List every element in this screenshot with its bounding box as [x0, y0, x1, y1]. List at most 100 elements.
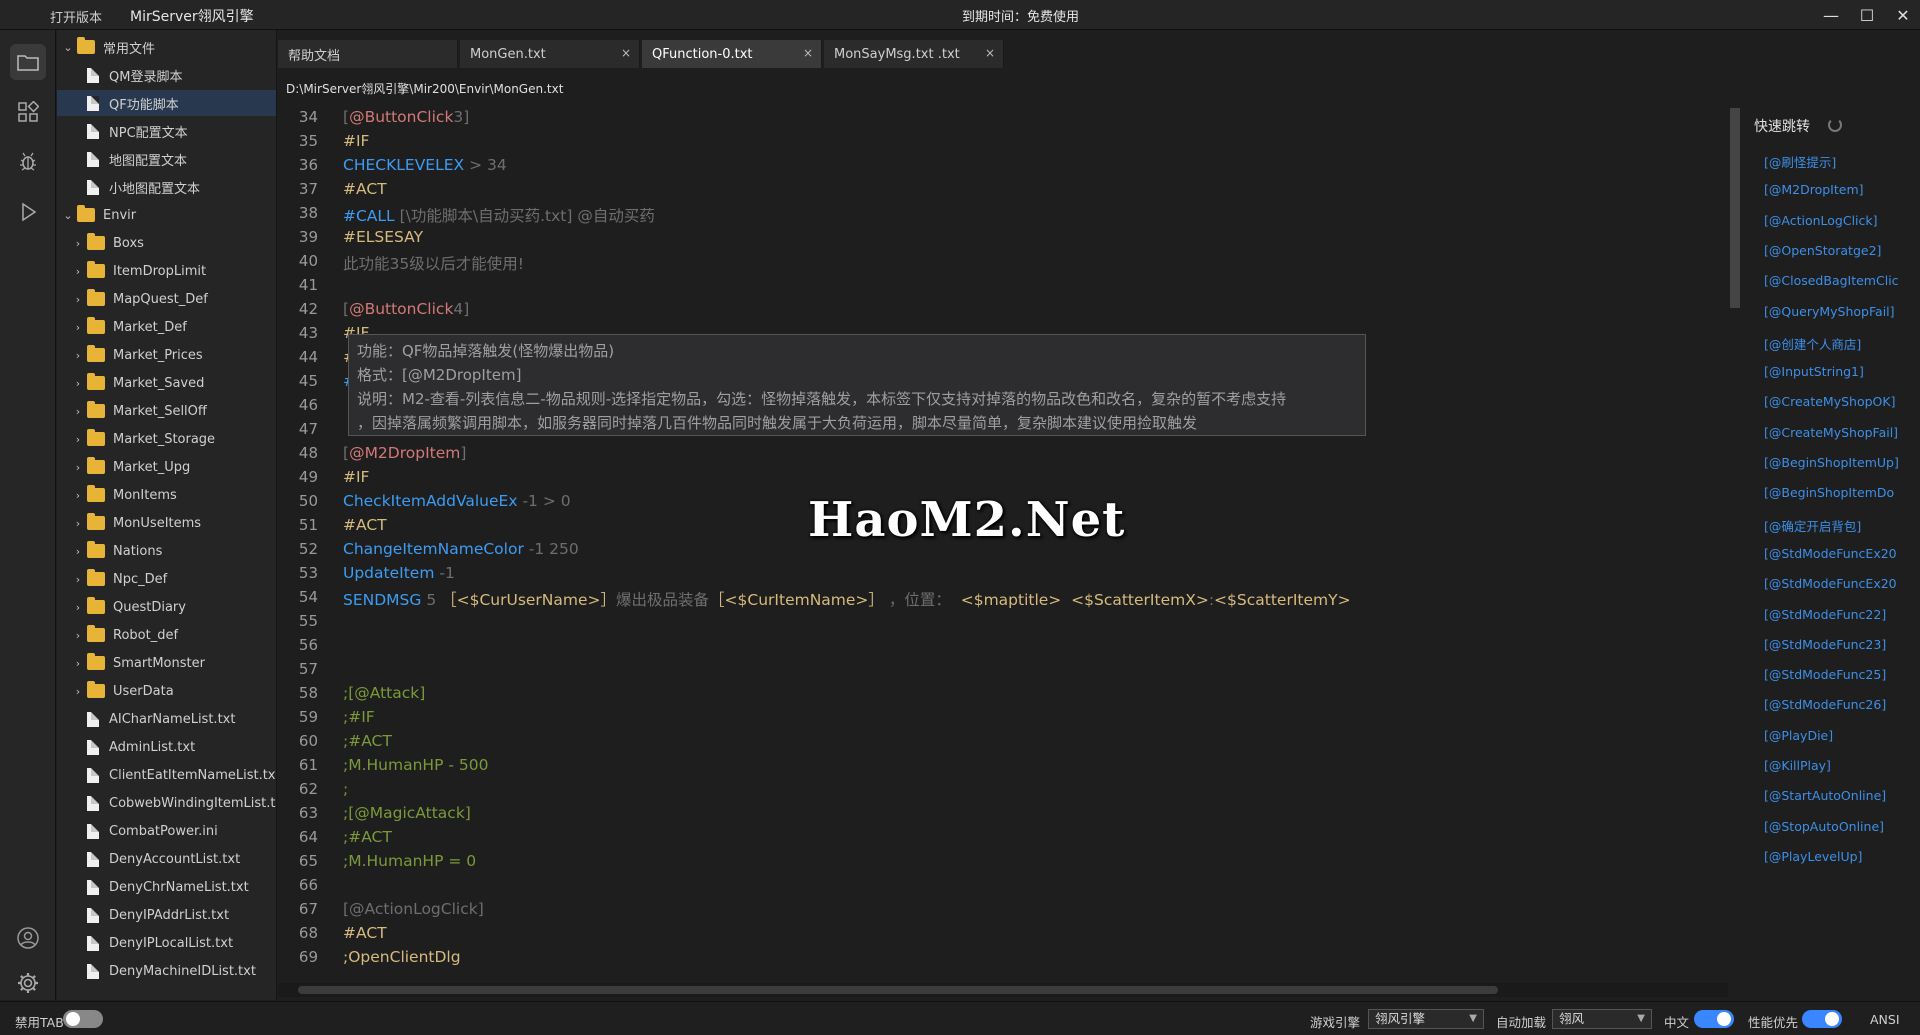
chevron-down-icon[interactable]: ⌄ [63, 41, 73, 54]
tree-folder[interactable]: › Market_Prices [57, 342, 276, 368]
scroll-thumb[interactable] [1730, 108, 1740, 308]
tree-folder[interactable]: › Market_Upg [57, 454, 276, 480]
chevron-right-icon[interactable]: › [73, 377, 83, 390]
debug-bug-icon[interactable] [10, 144, 46, 180]
quick-jump-link[interactable]: [@创建个人商店] [1764, 334, 1861, 353]
chevron-right-icon[interactable]: › [73, 489, 83, 502]
quick-jump-link[interactable]: [@StdModeFuncEx20 [1764, 576, 1897, 591]
tree-file[interactable]: QF功能脚本 [57, 90, 276, 116]
quick-jump-link[interactable]: [@CreateMyShopFail] [1764, 425, 1898, 440]
tree-folder[interactable]: › Npc_Def [57, 566, 276, 592]
open-version-menu[interactable]: 打开版本 [50, 7, 102, 26]
chevron-right-icon[interactable]: › [73, 657, 83, 670]
quick-jump-link[interactable]: [@ClosedBagItemClic [1764, 273, 1899, 288]
tree-folder[interactable]: › Robot_def [57, 622, 276, 648]
quick-jump-link[interactable]: [@PlayDie] [1764, 728, 1833, 743]
tree-file[interactable]: QM登录脚本 [57, 62, 276, 88]
chevron-right-icon[interactable]: › [73, 349, 83, 362]
refresh-icon[interactable] [1828, 118, 1842, 132]
chevron-right-icon[interactable]: › [73, 433, 83, 446]
tree-folder[interactable]: › Market_Storage [57, 426, 276, 452]
editor-vertical-scrollbar[interactable] [1728, 104, 1742, 984]
quick-jump-link[interactable]: [@StartAutoOnline] [1764, 788, 1886, 803]
explorer-files-icon[interactable] [10, 44, 46, 80]
quick-jump-link[interactable]: [@ActionLogClick] [1764, 213, 1878, 228]
settings-gear-icon[interactable] [10, 965, 46, 1001]
close-tab-icon[interactable]: × [803, 46, 813, 60]
tree-file[interactable]: AdminList.txt [57, 734, 276, 760]
chevron-right-icon[interactable]: › [73, 321, 83, 334]
editor-tab[interactable]: QFunction-0.txt × [642, 40, 822, 68]
tree-folder[interactable]: › Market_Def [57, 314, 276, 340]
tree-file[interactable]: CombatPower.ini [57, 818, 276, 844]
quick-jump-link[interactable]: [@StdModeFunc25] [1764, 667, 1886, 682]
tree-folder[interactable]: › Market_Saved [57, 370, 276, 396]
tree-folder[interactable]: ⌄ 常用文件 [57, 34, 276, 60]
editor-horizontal-scrollbar[interactable] [278, 983, 1728, 997]
quick-jump-link[interactable]: [@StdModeFunc22] [1764, 607, 1886, 622]
tree-file[interactable]: DenyChrNameList.txt [57, 874, 276, 900]
maximize-button[interactable]: ☐ [1852, 4, 1882, 26]
quick-jump-link[interactable]: [@OpenStoratge2] [1764, 243, 1881, 258]
chevron-right-icon[interactable]: › [73, 685, 83, 698]
quick-jump-link[interactable]: [@CreateMyShopOK] [1764, 394, 1895, 409]
quick-jump-link[interactable]: [@PlayLevelUp] [1764, 849, 1862, 864]
quick-jump-link[interactable]: [@InputString1] [1764, 364, 1864, 379]
extensions-icon[interactable] [10, 94, 46, 130]
tree-file[interactable]: ClientEatItemNameList.txt [57, 762, 276, 788]
quick-jump-link[interactable]: [@M2DropItem] [1764, 182, 1864, 197]
tree-file[interactable]: AICharNameList.txt [57, 706, 276, 732]
chevron-right-icon[interactable]: › [73, 601, 83, 614]
tree-folder[interactable]: › Nations [57, 538, 276, 564]
account-icon[interactable] [10, 920, 46, 956]
editor-tab[interactable]: 帮助文档 [278, 40, 458, 68]
game-engine-select[interactable]: 翎风引擎 ▼ [1368, 1009, 1484, 1029]
chevron-right-icon[interactable]: › [73, 545, 83, 558]
tree-folder[interactable]: › ItemDropLimit [57, 258, 276, 284]
close-tab-icon[interactable]: × [621, 46, 631, 60]
tree-folder[interactable]: ⌄ Envir [57, 202, 276, 228]
close-window-button[interactable]: ✕ [1888, 4, 1918, 26]
tree-folder[interactable]: › UserData [57, 678, 276, 704]
quick-jump-link[interactable]: [@StdModeFuncEx20 [1764, 546, 1897, 561]
scroll-thumb[interactable] [298, 986, 1498, 994]
quick-jump-link[interactable]: [@刷怪提示] [1764, 152, 1836, 171]
chevron-right-icon[interactable]: › [73, 293, 83, 306]
quick-jump-link[interactable]: [@StdModeFunc23] [1764, 637, 1886, 652]
minimize-button[interactable]: — [1816, 4, 1846, 26]
tree-file[interactable]: DenyIPAddrList.txt [57, 902, 276, 928]
chinese-toggle[interactable] [1694, 1010, 1734, 1028]
performance-toggle[interactable] [1802, 1010, 1842, 1028]
chevron-right-icon[interactable]: › [73, 573, 83, 586]
quick-jump-link[interactable]: [@确定开启背包] [1764, 516, 1861, 535]
run-play-icon[interactable] [10, 194, 46, 230]
encoding-indicator[interactable]: ANSI [1870, 1012, 1900, 1027]
quick-jump-link[interactable]: [@BeginShopItemDo [1764, 485, 1894, 500]
quick-jump-link[interactable]: [@KillPlay] [1764, 758, 1831, 773]
tree-file[interactable]: DenyAccountList.txt [57, 846, 276, 872]
editor-tab[interactable]: MonSayMsg.txt .txt × [824, 40, 1004, 68]
tree-file[interactable]: 地图配置文本 [57, 146, 276, 172]
tree-folder[interactable]: › Boxs [57, 230, 276, 256]
editor-tab[interactable]: MonGen.txt × [460, 40, 640, 68]
tree-folder[interactable]: › Market_SellOff [57, 398, 276, 424]
tree-file[interactable]: DenyIPLocalList.txt [57, 930, 276, 956]
chevron-right-icon[interactable]: › [73, 461, 83, 474]
tree-file[interactable]: DenyMachineIDList.txt [57, 958, 276, 984]
quick-jump-link[interactable]: [@StdModeFunc26] [1764, 697, 1886, 712]
tree-folder[interactable]: › MonItems [57, 482, 276, 508]
tree-folder[interactable]: › MapQuest_Def [57, 286, 276, 312]
tree-file[interactable]: NPC配置文本 [57, 118, 276, 144]
chevron-down-icon[interactable]: ⌄ [63, 209, 73, 222]
tree-file[interactable]: 小地图配置文本 [57, 174, 276, 200]
disable-tab-toggle[interactable] [63, 1010, 103, 1028]
tree-folder[interactable]: › SmartMonster [57, 650, 276, 676]
chevron-right-icon[interactable]: › [73, 629, 83, 642]
chevron-right-icon[interactable]: › [73, 265, 83, 278]
close-tab-icon[interactable]: × [985, 46, 995, 60]
chevron-right-icon[interactable]: › [73, 405, 83, 418]
chevron-right-icon[interactable]: › [73, 517, 83, 530]
chevron-right-icon[interactable]: › [73, 237, 83, 250]
tree-file[interactable]: CobwebWindingItemList.t [57, 790, 276, 816]
quick-jump-link[interactable]: [@StopAutoOnline] [1764, 819, 1884, 834]
